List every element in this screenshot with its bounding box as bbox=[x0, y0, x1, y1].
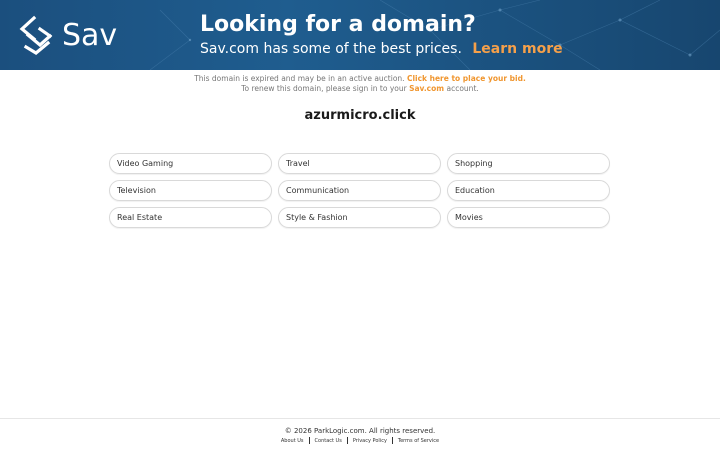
category-link[interactable]: Education bbox=[447, 180, 610, 201]
learn-more-link[interactable]: Learn more bbox=[472, 41, 562, 57]
renew-text: To renew this domain, please sign in to … bbox=[241, 84, 407, 93]
renew-text-end: account. bbox=[446, 84, 479, 93]
category-link[interactable]: Communication bbox=[278, 180, 441, 201]
footer: © 2026 ParkLogic.com. All rights reserve… bbox=[0, 418, 720, 450]
contact-us-link[interactable]: Contact Us bbox=[315, 438, 342, 444]
domain-title: azurmicro.click bbox=[304, 108, 416, 123]
sav-logo[interactable]: Sav bbox=[18, 14, 128, 56]
notice-line-2: To renew this domain, please sign in to … bbox=[0, 84, 720, 94]
notice-text: This domain is expired and may be in an … bbox=[194, 74, 405, 83]
banner-headline: Looking for a domain? bbox=[200, 12, 476, 37]
category-link[interactable]: Video Gaming bbox=[109, 153, 272, 174]
about-us-link[interactable]: About Us bbox=[281, 438, 304, 444]
place-bid-link[interactable]: Click here to place your bid. bbox=[407, 74, 526, 83]
footer-divider bbox=[391, 437, 393, 444]
sav-account-link[interactable]: Sav.com bbox=[409, 84, 444, 93]
copyright-text: © 2026 ParkLogic.com. All rights reserve… bbox=[284, 427, 436, 435]
banner-subline-text: Sav.com has some of the best prices. bbox=[200, 41, 462, 57]
category-link[interactable]: Travel bbox=[278, 153, 441, 174]
banner-subline: Sav.com has some of the best prices. Lea… bbox=[200, 41, 563, 57]
category-grid: Video Gaming Travel Shopping Television … bbox=[109, 153, 611, 228]
logo-wordmark: Sav bbox=[62, 17, 118, 53]
sav-logo-icon bbox=[19, 15, 53, 55]
category-link[interactable]: Style & Fashion bbox=[278, 207, 441, 228]
header-banner: Sav Looking for a domain? Sav.com has so… bbox=[0, 0, 720, 70]
category-link[interactable]: Movies bbox=[447, 207, 610, 228]
expiry-notice: This domain is expired and may be in an … bbox=[0, 74, 720, 94]
category-link[interactable]: Shopping bbox=[447, 153, 610, 174]
footer-divider bbox=[308, 437, 310, 444]
footer-divider bbox=[346, 437, 348, 444]
category-link[interactable]: Television bbox=[109, 180, 272, 201]
notice-line-1: This domain is expired and may be in an … bbox=[0, 74, 720, 84]
category-link[interactable]: Real Estate bbox=[109, 207, 272, 228]
footer-links: About Us Contact Us Privacy Policy Terms… bbox=[0, 437, 720, 444]
privacy-policy-link[interactable]: Privacy Policy bbox=[353, 438, 387, 444]
terms-of-service-link[interactable]: Terms of Service bbox=[398, 438, 439, 444]
